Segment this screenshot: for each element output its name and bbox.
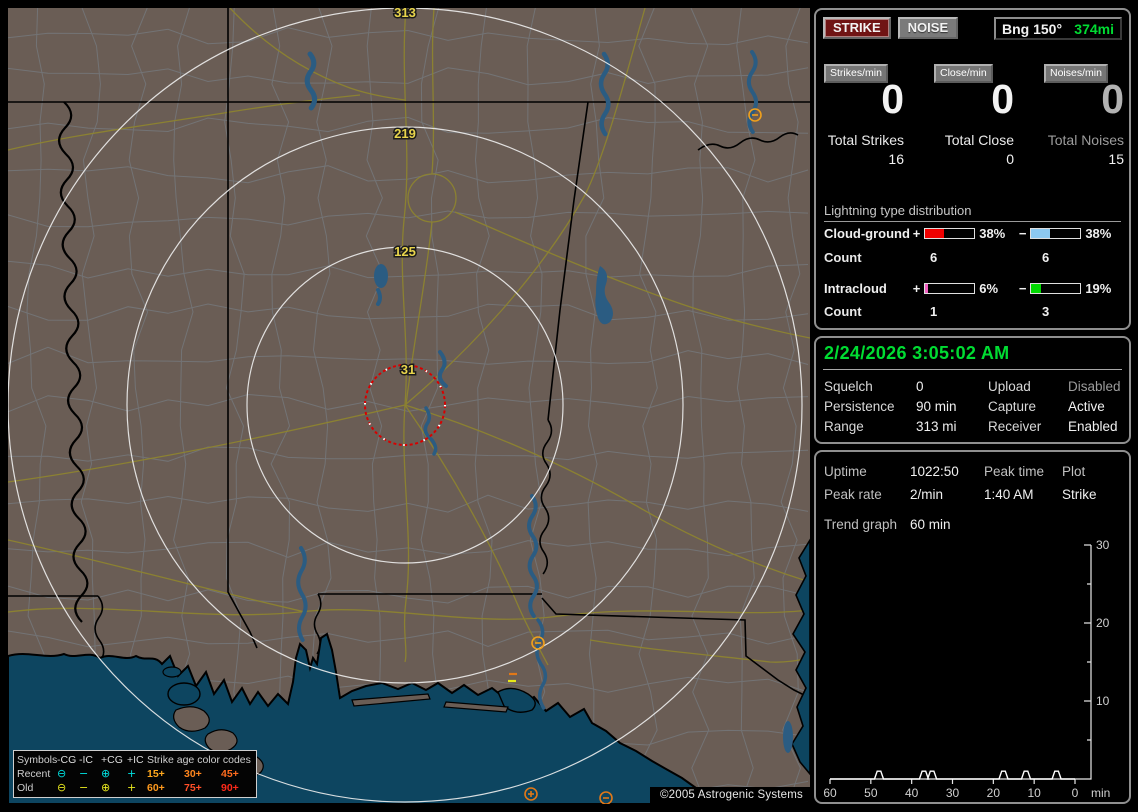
svg-text:219: 219 [394,126,416,141]
ic-positive-bar [924,283,976,294]
close-per-min-value: 0 [991,76,1014,122]
divider [823,369,1122,370]
legend-col-ic-neg: -IC [79,754,93,766]
close-counter-column: Close/min 0 Total Close 0 [928,10,1014,180]
strike-stats-panel: STRIKE NOISE Bng 150° 374mi Strikes/min … [814,8,1131,330]
copyright-label: ©2005 Astrogenic Systems [649,787,810,804]
legend-cg-pos-symbol: ⊕ [101,781,111,794]
svg-text:10: 10 [1027,786,1041,800]
total-noises-value: 15 [1108,151,1124,167]
svg-text:20: 20 [1096,616,1110,630]
system-settings-panel: 2/24/2026 3:05:02 AM Squelch 0 Upload Di… [814,336,1131,444]
lightning-monitor-app: 313 219 125 31 Symbols -CG -IC +CG +IC Stri… [0,0,1138,812]
legend-ic-neg-symbol: − [79,767,89,780]
legend-cg-neg-symbol: ⊖ [57,767,67,780]
cg-negative-pct: 38% [1085,226,1112,241]
trend-graph: 60 50 40 30 20 10 0 min 10 20 30 [823,538,1110,800]
legend-row-label-old: Old [17,782,34,794]
svg-text:30: 30 [1096,538,1110,552]
intracloud-row: Intracloud + 6% − 19% [824,281,1125,296]
cg-positive-count: 6 [930,250,938,265]
datetime-display: 2/24/2026 3:05:02 AM [824,343,1010,363]
total-close-value: 0 [1006,151,1014,167]
total-strikes-value: 16 [888,151,904,167]
svg-text:min: min [1091,786,1110,800]
svg-text:125: 125 [394,244,416,259]
plus-sign: + [912,226,921,241]
cloud-ground-label: Cloud-ground [824,226,910,241]
svg-text:313: 313 [394,8,416,20]
ic-negative-pct: 19% [1085,281,1112,296]
legend-cg-pos-symbol: ⊕ [101,767,111,780]
legend-ic-pos-symbol: + [127,767,137,780]
legend-col-ic-pos: +IC [127,754,144,766]
cloud-ground-row: Cloud-ground + 38% − 38% [824,226,1125,241]
noises-per-min-value: 0 [1101,76,1124,122]
svg-text:30: 30 [946,786,960,800]
upload-label: Upload [988,379,1031,394]
noises-counter-column: Noises/min 0 Total Noises 15 [1038,10,1124,180]
cg-positive-pct: 38% [979,226,1006,241]
svg-text:60: 60 [823,786,837,800]
capture-label: Capture [988,399,1037,414]
ic-positive-pct: 6% [979,281,999,296]
strikes-per-min-value: 0 [881,76,904,122]
map-legend: Symbols -CG -IC +CG +IC Strike age color… [13,750,257,798]
svg-text:31: 31 [401,362,415,377]
intracloud-count-row: Count 1 3 [824,304,1049,319]
legend-age-header: Strike age color codes [147,754,251,766]
legend-age-45plus: 45+ [221,768,239,780]
total-noises-label: Total Noises [1047,132,1124,148]
legend-row-label-recent: Recent [17,768,51,780]
intracloud-label: Intracloud [824,281,887,296]
legend-col-cg-pos: +CG [101,754,123,766]
ic-negative-count: 3 [1042,304,1050,319]
persistence-label: Persistence [824,399,895,414]
legend-age-30plus: 30+ [184,768,202,780]
legend-ic-neg-symbol: − [79,781,89,794]
capture-status: Active [1068,399,1105,414]
legend-age-90plus: 90+ [221,782,239,794]
svg-text:50: 50 [864,786,878,800]
trend-panel: Uptime 1022:50 Peak time Plot Peak rate … [814,450,1131,804]
minus-sign: − [1018,226,1027,241]
strikes-counter-column: Strikes/min 0 Total Strikes 16 [818,10,904,180]
svg-text:40: 40 [905,786,919,800]
legend-age-75plus: 75+ [184,782,202,794]
cg-negative-count: 6 [1042,250,1050,265]
total-close-label: Total Close [944,132,1014,148]
total-strikes-label: Total Strikes [827,132,904,148]
map-canvas: 313 219 125 31 [8,8,810,804]
receiver-status: Enabled [1068,419,1118,434]
legend-ic-pos-symbol: + [127,781,137,794]
squelch-value: 0 [916,379,924,394]
persistence-value: 90 min [916,399,957,414]
legend-cg-neg-symbol: ⊖ [57,781,67,794]
minus-sign: − [1018,281,1027,296]
ic-negative-bar [1030,283,1082,294]
legend-age-60plus: 60+ [147,782,165,794]
strike-map[interactable]: 313 219 125 31 Symbols -CG -IC +CG +IC Stri… [8,8,810,804]
receiver-label: Receiver [988,419,1042,434]
cloud-ground-count-row: Count 6 6 [824,250,1049,265]
distribution-title: Lightning type distribution [824,203,1121,222]
legend-symbols-header: Symbols [17,754,58,766]
ic-positive-count: 1 [930,304,938,319]
svg-text:0: 0 [1072,786,1079,800]
legend-col-cg-neg: -CG [57,754,77,766]
range-value: 313 mi [916,419,957,434]
cg-positive-bar [924,228,976,239]
plus-sign: + [912,281,921,296]
cg-negative-bar [1030,228,1082,239]
range-label: Range [824,419,864,434]
svg-text:20: 20 [987,786,1001,800]
squelch-label: Squelch [824,379,873,394]
count-label: Count [824,250,862,265]
legend-age-15plus: 15+ [147,768,165,780]
svg-text:10: 10 [1096,694,1110,708]
upload-status: Disabled [1068,379,1121,394]
count-label: Count [824,304,862,319]
